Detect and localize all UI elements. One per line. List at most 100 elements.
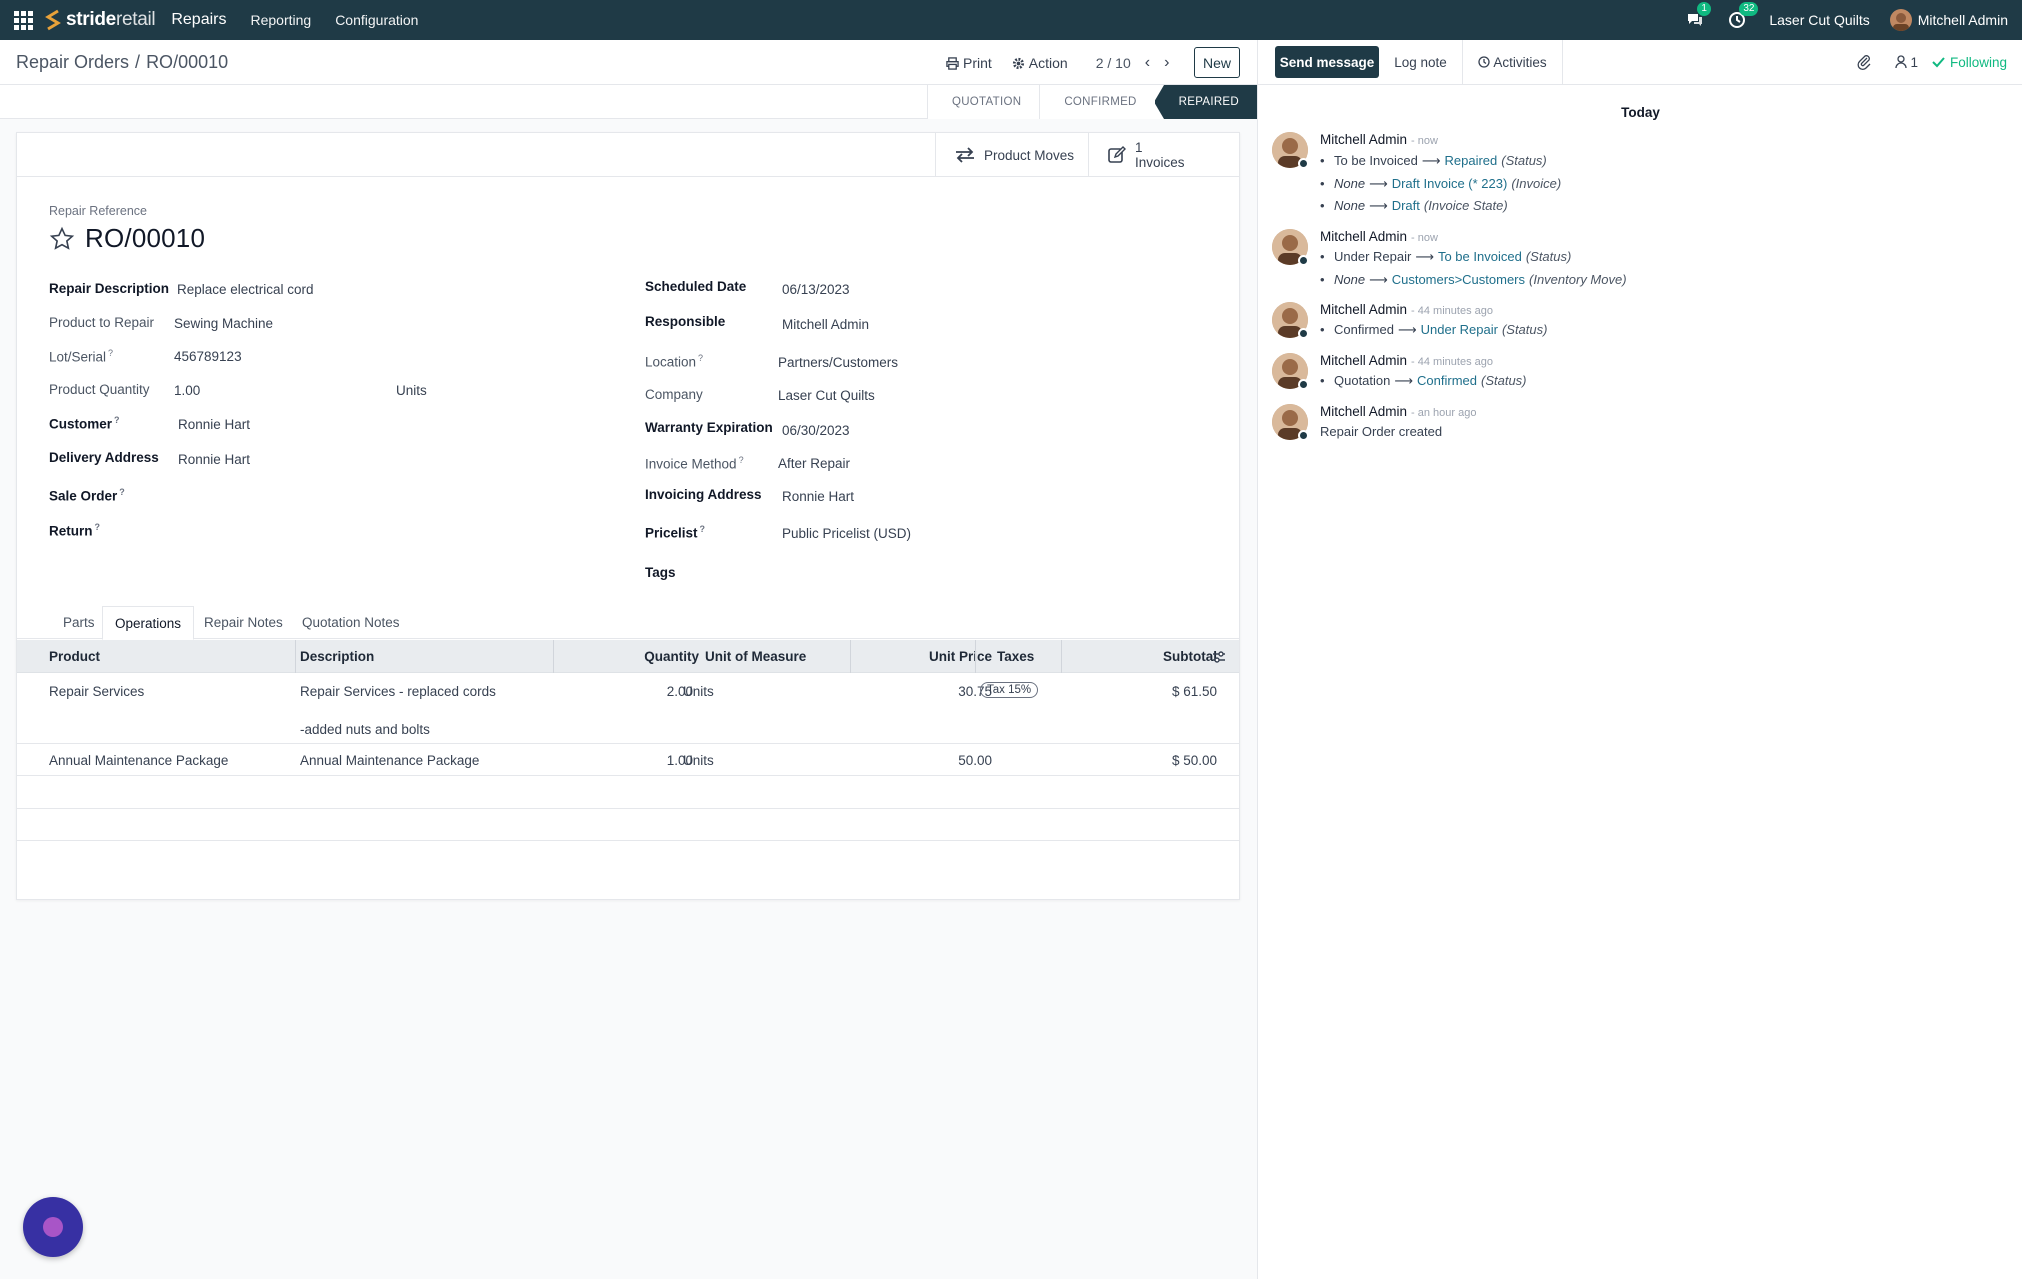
- paperclip-icon[interactable]: [1857, 54, 1871, 70]
- field-product-to-repair[interactable]: Sewing Machine: [174, 316, 273, 331]
- new-value: To be Invoiced: [1437, 249, 1522, 264]
- stage-repaired[interactable]: REPAIRED: [1153, 85, 1257, 119]
- column-subtotal[interactable]: Subtotal: [1061, 640, 1217, 673]
- pager-next-icon[interactable]: ›: [1164, 54, 1169, 72]
- send-message-button[interactable]: Send message: [1275, 46, 1379, 78]
- optional-columns-icon[interactable]: [1207, 640, 1231, 673]
- field-product-uom[interactable]: Units: [396, 383, 427, 398]
- label-invoice-method: Invoice Method?: [645, 455, 744, 472]
- help-icon[interactable]: ?: [114, 415, 120, 425]
- breadcrumb-parent[interactable]: Repair Orders: [16, 52, 129, 72]
- control-panel-actions: Print Action 2 / 10 ‹ ›: [946, 49, 1169, 77]
- app-menu-icon[interactable]: [12, 9, 34, 31]
- online-status-dot: [1298, 430, 1309, 441]
- table-row[interactable]: Annual Maintenance Package Annual Mainte…: [17, 744, 1239, 776]
- column-taxes[interactable]: Taxes: [975, 640, 1034, 673]
- field-name: (Invoice State): [1423, 198, 1508, 213]
- breadcrumb-current: RO/00010: [146, 52, 229, 72]
- tracking-change: None⟶Draft Invoice (* 223)(Invoice): [1320, 176, 1561, 192]
- new-value: Under Repair: [1420, 322, 1498, 337]
- help-icon[interactable]: ?: [108, 348, 113, 358]
- help-icon[interactable]: ?: [119, 487, 125, 497]
- stage-confirmed[interactable]: CONFIRMED: [1039, 85, 1155, 119]
- tracking-change: Quotation⟶Confirmed(Status): [1320, 373, 1526, 389]
- field-responsible[interactable]: Mitchell Admin: [782, 317, 869, 332]
- old-value: None: [1334, 198, 1366, 213]
- arrow-right-icon: ⟶: [1369, 176, 1388, 191]
- old-value: None: [1334, 176, 1366, 191]
- column-product[interactable]: Product: [49, 640, 100, 673]
- menu-reporting[interactable]: Reporting: [250, 12, 311, 28]
- menu-configuration[interactable]: Configuration: [335, 12, 418, 28]
- followers-button[interactable]: 1: [1895, 55, 1918, 70]
- field-invoicing-address[interactable]: Ronnie Hart: [782, 489, 854, 504]
- invoices-button[interactable]: 1 Invoices: [1088, 133, 1239, 177]
- assistant-launcher-button[interactable]: [23, 1197, 83, 1257]
- help-icon[interactable]: ?: [739, 455, 744, 465]
- field-tags[interactable]: [782, 565, 1182, 583]
- pager-previous-icon[interactable]: ‹: [1145, 54, 1150, 72]
- new-button[interactable]: New: [1194, 47, 1240, 78]
- arrow-right-icon: ⟶: [1397, 322, 1417, 337]
- field-pricelist[interactable]: Public Pricelist (USD): [782, 526, 911, 541]
- field-customer[interactable]: Ronnie Hart: [178, 417, 250, 432]
- tab-repair-notes[interactable]: Repair Notes: [192, 606, 295, 639]
- print-button[interactable]: Print: [946, 55, 992, 71]
- menu-app-repairs[interactable]: Repairs: [171, 11, 226, 29]
- activities-button[interactable]: Activities: [1463, 40, 1563, 84]
- help-icon[interactable]: ?: [700, 524, 706, 534]
- gear-icon: [1012, 57, 1024, 69]
- help-icon[interactable]: ?: [698, 353, 703, 363]
- author-name[interactable]: Mitchell Admin: [1320, 404, 1407, 419]
- company-switcher[interactable]: Laser Cut Quilts: [1769, 12, 1869, 28]
- column-description[interactable]: Description: [295, 640, 374, 673]
- activities-clock-icon[interactable]: 32: [1727, 2, 1759, 30]
- brand-logo[interactable]: stride retail: [44, 9, 156, 31]
- action-label: Action: [1028, 55, 1068, 71]
- following-button[interactable]: Following: [1932, 55, 2007, 70]
- column-quantity[interactable]: Quantity: [553, 640, 699, 673]
- label-product-quantity: Product Quantity: [49, 382, 150, 397]
- field-delivery-address[interactable]: Ronnie Hart: [178, 452, 250, 467]
- field-company[interactable]: Laser Cut Quilts: [778, 388, 875, 403]
- column-unit-price[interactable]: Unit Price: [850, 640, 992, 673]
- table-row[interactable]: Repair Services Repair Services - replac…: [17, 673, 1239, 744]
- field-sale-order[interactable]: [178, 488, 478, 506]
- message-author: Mitchell Admin - an hour ago: [1320, 404, 1476, 419]
- print-icon: [946, 56, 959, 70]
- field-lot-serial[interactable]: 456789123: [174, 349, 242, 364]
- stage-quotation[interactable]: QUOTATION: [926, 85, 1040, 119]
- author-name[interactable]: Mitchell Admin: [1320, 353, 1407, 368]
- field-repair-description[interactable]: Replace electrical cord: [177, 282, 314, 297]
- message-author: Mitchell Admin - now: [1320, 229, 1438, 244]
- messages-badge: 1: [1697, 2, 1711, 16]
- tab-quotation-notes[interactable]: Quotation Notes: [290, 606, 412, 639]
- star-icon[interactable]: [49, 226, 75, 252]
- author-name[interactable]: Mitchell Admin: [1320, 302, 1407, 317]
- author-name[interactable]: Mitchell Admin: [1320, 229, 1407, 244]
- field-scheduled-date[interactable]: 06/13/2023: [782, 282, 850, 297]
- field-warranty-expiration[interactable]: 06/30/2023: [782, 423, 850, 438]
- pager-value[interactable]: 2 / 10: [1096, 55, 1131, 71]
- column-uom[interactable]: Unit of Measure: [683, 640, 806, 673]
- tracking-change: None⟶Draft(Invoice State): [1320, 198, 1508, 214]
- field-return[interactable]: [178, 523, 478, 541]
- user-menu[interactable]: Mitchell Admin: [1918, 12, 2008, 28]
- field-product-quantity[interactable]: 1.00: [174, 383, 200, 398]
- user-avatar[interactable]: [1889, 9, 1912, 31]
- help-icon[interactable]: ?: [95, 522, 101, 532]
- author-name[interactable]: Mitchell Admin: [1320, 132, 1407, 147]
- field-location[interactable]: Partners/Customers: [778, 355, 898, 370]
- field-invoice-method[interactable]: After Repair: [778, 456, 850, 471]
- tab-operations[interactable]: Operations: [102, 606, 195, 640]
- chatter-message: Mitchell Admin - an hour ago Repair Order…: [1272, 404, 2012, 444]
- product-moves-button[interactable]: Product Moves: [935, 133, 1088, 177]
- cell-subtotal: $ 50.00: [1171, 753, 1217, 768]
- new-value: Customers>Customers: [1391, 272, 1526, 287]
- tracking-change: Confirmed⟶Under Repair(Status): [1320, 322, 1547, 338]
- messages-icon[interactable]: 1: [1685, 2, 1711, 30]
- tab-parts[interactable]: Parts: [51, 606, 107, 639]
- action-button[interactable]: Action: [1012, 55, 1068, 71]
- cell-subtotal: $ 61.50: [1171, 684, 1217, 699]
- log-note-button[interactable]: Log note: [1379, 40, 1463, 84]
